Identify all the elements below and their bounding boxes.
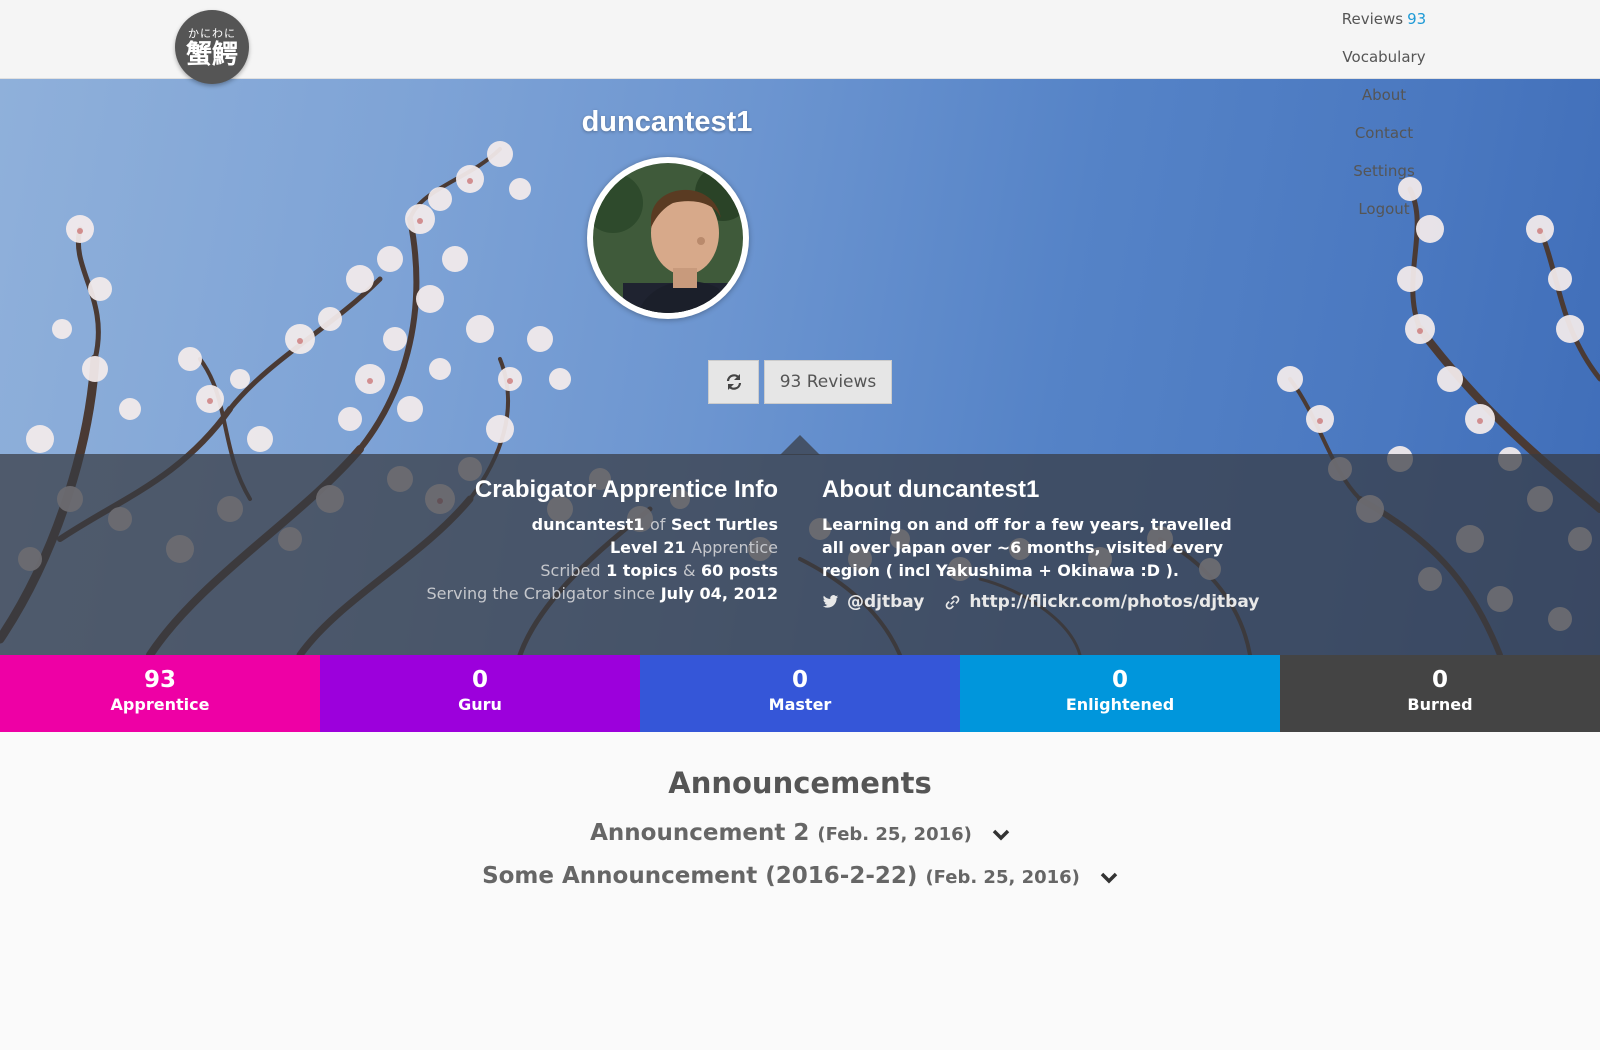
twitter-handle: @djtbay (847, 592, 925, 612)
posts-line: Scribed 1 topics & 60 posts (338, 559, 778, 582)
nav-reviews-label: Reviews (1341, 10, 1404, 28)
refresh-icon (726, 374, 741, 390)
nav-item-contact[interactable]: Contact (1300, 114, 1468, 152)
nav-item-reviews[interactable]: Reviews 93 (1300, 0, 1468, 38)
nav-item-about[interactable]: About (1300, 76, 1468, 114)
announcement-item[interactable]: Some Announcement (2016-2-22) (Feb. 25, … (0, 863, 1600, 890)
srs-enlightened[interactable]: 0 Enlightened (960, 655, 1280, 732)
about-text: Learning on and off for a few years, tra… (822, 515, 1232, 580)
announcements-title: Announcements (668, 766, 932, 800)
user-sect-line: duncantest1 of Sect Turtles (338, 513, 778, 536)
link-icon (946, 595, 960, 609)
srs-apprentice-count: 93 (143, 667, 176, 693)
info-of: of (649, 515, 666, 534)
srs-guru-label: Guru (458, 695, 502, 714)
about-title: About duncantest1 (822, 476, 1040, 503)
logo-kanji: 蟹鰐 (185, 40, 238, 70)
info-posts: 60 posts (701, 561, 778, 580)
refresh-button[interactable] (708, 360, 759, 404)
apprentice-info-title: Crabigator Apprentice Info (474, 476, 778, 503)
announcement-title: Some Announcement (2016-2-22) (482, 863, 918, 889)
announcement-item[interactable]: Announcement 2 (Feb. 25, 2016) (0, 820, 1600, 847)
website-url: http://flickr.com/photos/djtbay (969, 592, 1260, 612)
twitter-icon (822, 595, 839, 608)
apprentice-info: Crabigator Apprentice Info duncantest1 o… (338, 476, 778, 605)
srs-burned-label: Burned (1407, 695, 1473, 714)
about-section: About duncantest1 Learning on and off fo… (822, 476, 1259, 612)
srs-burned-count: 0 (1431, 667, 1448, 693)
nav-item-settings[interactable]: Settings (1300, 152, 1468, 190)
srs-master[interactable]: 0 Master (640, 655, 960, 732)
srs-apprentice[interactable]: 93 Apprentice (0, 655, 320, 732)
nav-reviews-count: 93 (1407, 10, 1427, 28)
info-band-notch (780, 435, 820, 455)
site-logo[interactable]: かにわに 蟹鰐 (175, 10, 249, 84)
website-link[interactable]: http://flickr.com/photos/djtbay (944, 592, 1259, 612)
twitter-link[interactable]: @djtbay (822, 592, 924, 612)
serving-line: Serving the Crabigator since July 04, 20… (338, 582, 778, 605)
srs-enlightened-count: 0 (1111, 667, 1128, 693)
info-topics: 1 topics (606, 561, 678, 580)
srs-enlightened-label: Enlightened (1065, 695, 1175, 714)
info-serving: Serving the Crabigator since (426, 584, 656, 603)
srs-apprentice-label: Apprentice (110, 695, 210, 714)
nav-menu: Reviews 93 Vocabulary About Contact Setti… (1300, 0, 1468, 228)
profile-links: @djtbay http://flickr.com/photos/djtbay (822, 592, 1259, 612)
srs-burned[interactable]: 0 Burned (1280, 655, 1600, 732)
nav-item-vocabulary[interactable]: Vocabulary (1300, 38, 1468, 76)
announcement-title: Announcement 2 (590, 820, 810, 846)
info-since-date: July 04, 2012 (660, 584, 778, 603)
level-line: Level 21 Apprentice (338, 536, 778, 559)
srs-guru-count: 0 (471, 667, 488, 693)
srs-distribution-bar: 93 Apprentice 0 Guru 0 Master 0 Enlighte… (0, 655, 1600, 732)
announcement-date: (Feb. 25, 2016) (817, 824, 972, 845)
announcement-date: (Feb. 25, 2016) (925, 867, 1080, 888)
nav-item-logout[interactable]: Logout (1300, 190, 1468, 228)
logo-kana: かにわに (188, 27, 236, 40)
info-rank: Apprentice (691, 538, 778, 557)
info-band: Crabigator Apprentice Info duncantest1 o… (0, 454, 1600, 655)
avatar-photo (593, 163, 743, 313)
profile-username: duncantest1 (581, 106, 753, 138)
info-username: duncantest1 (531, 515, 645, 534)
srs-guru[interactable]: 0 Guru (320, 655, 640, 732)
srs-master-label: Master (768, 695, 832, 714)
avatar (587, 157, 749, 319)
info-amp: & (682, 561, 696, 580)
chevron-down-icon[interactable] (1100, 864, 1118, 890)
info-scribed: Scribed (540, 561, 601, 580)
srs-master-count: 0 (791, 667, 808, 693)
chevron-down-icon[interactable] (992, 821, 1010, 847)
reviews-button[interactable]: 93 Reviews (764, 360, 892, 404)
info-level: Level 21 (609, 538, 686, 557)
info-sect: Sect Turtles (670, 515, 778, 534)
